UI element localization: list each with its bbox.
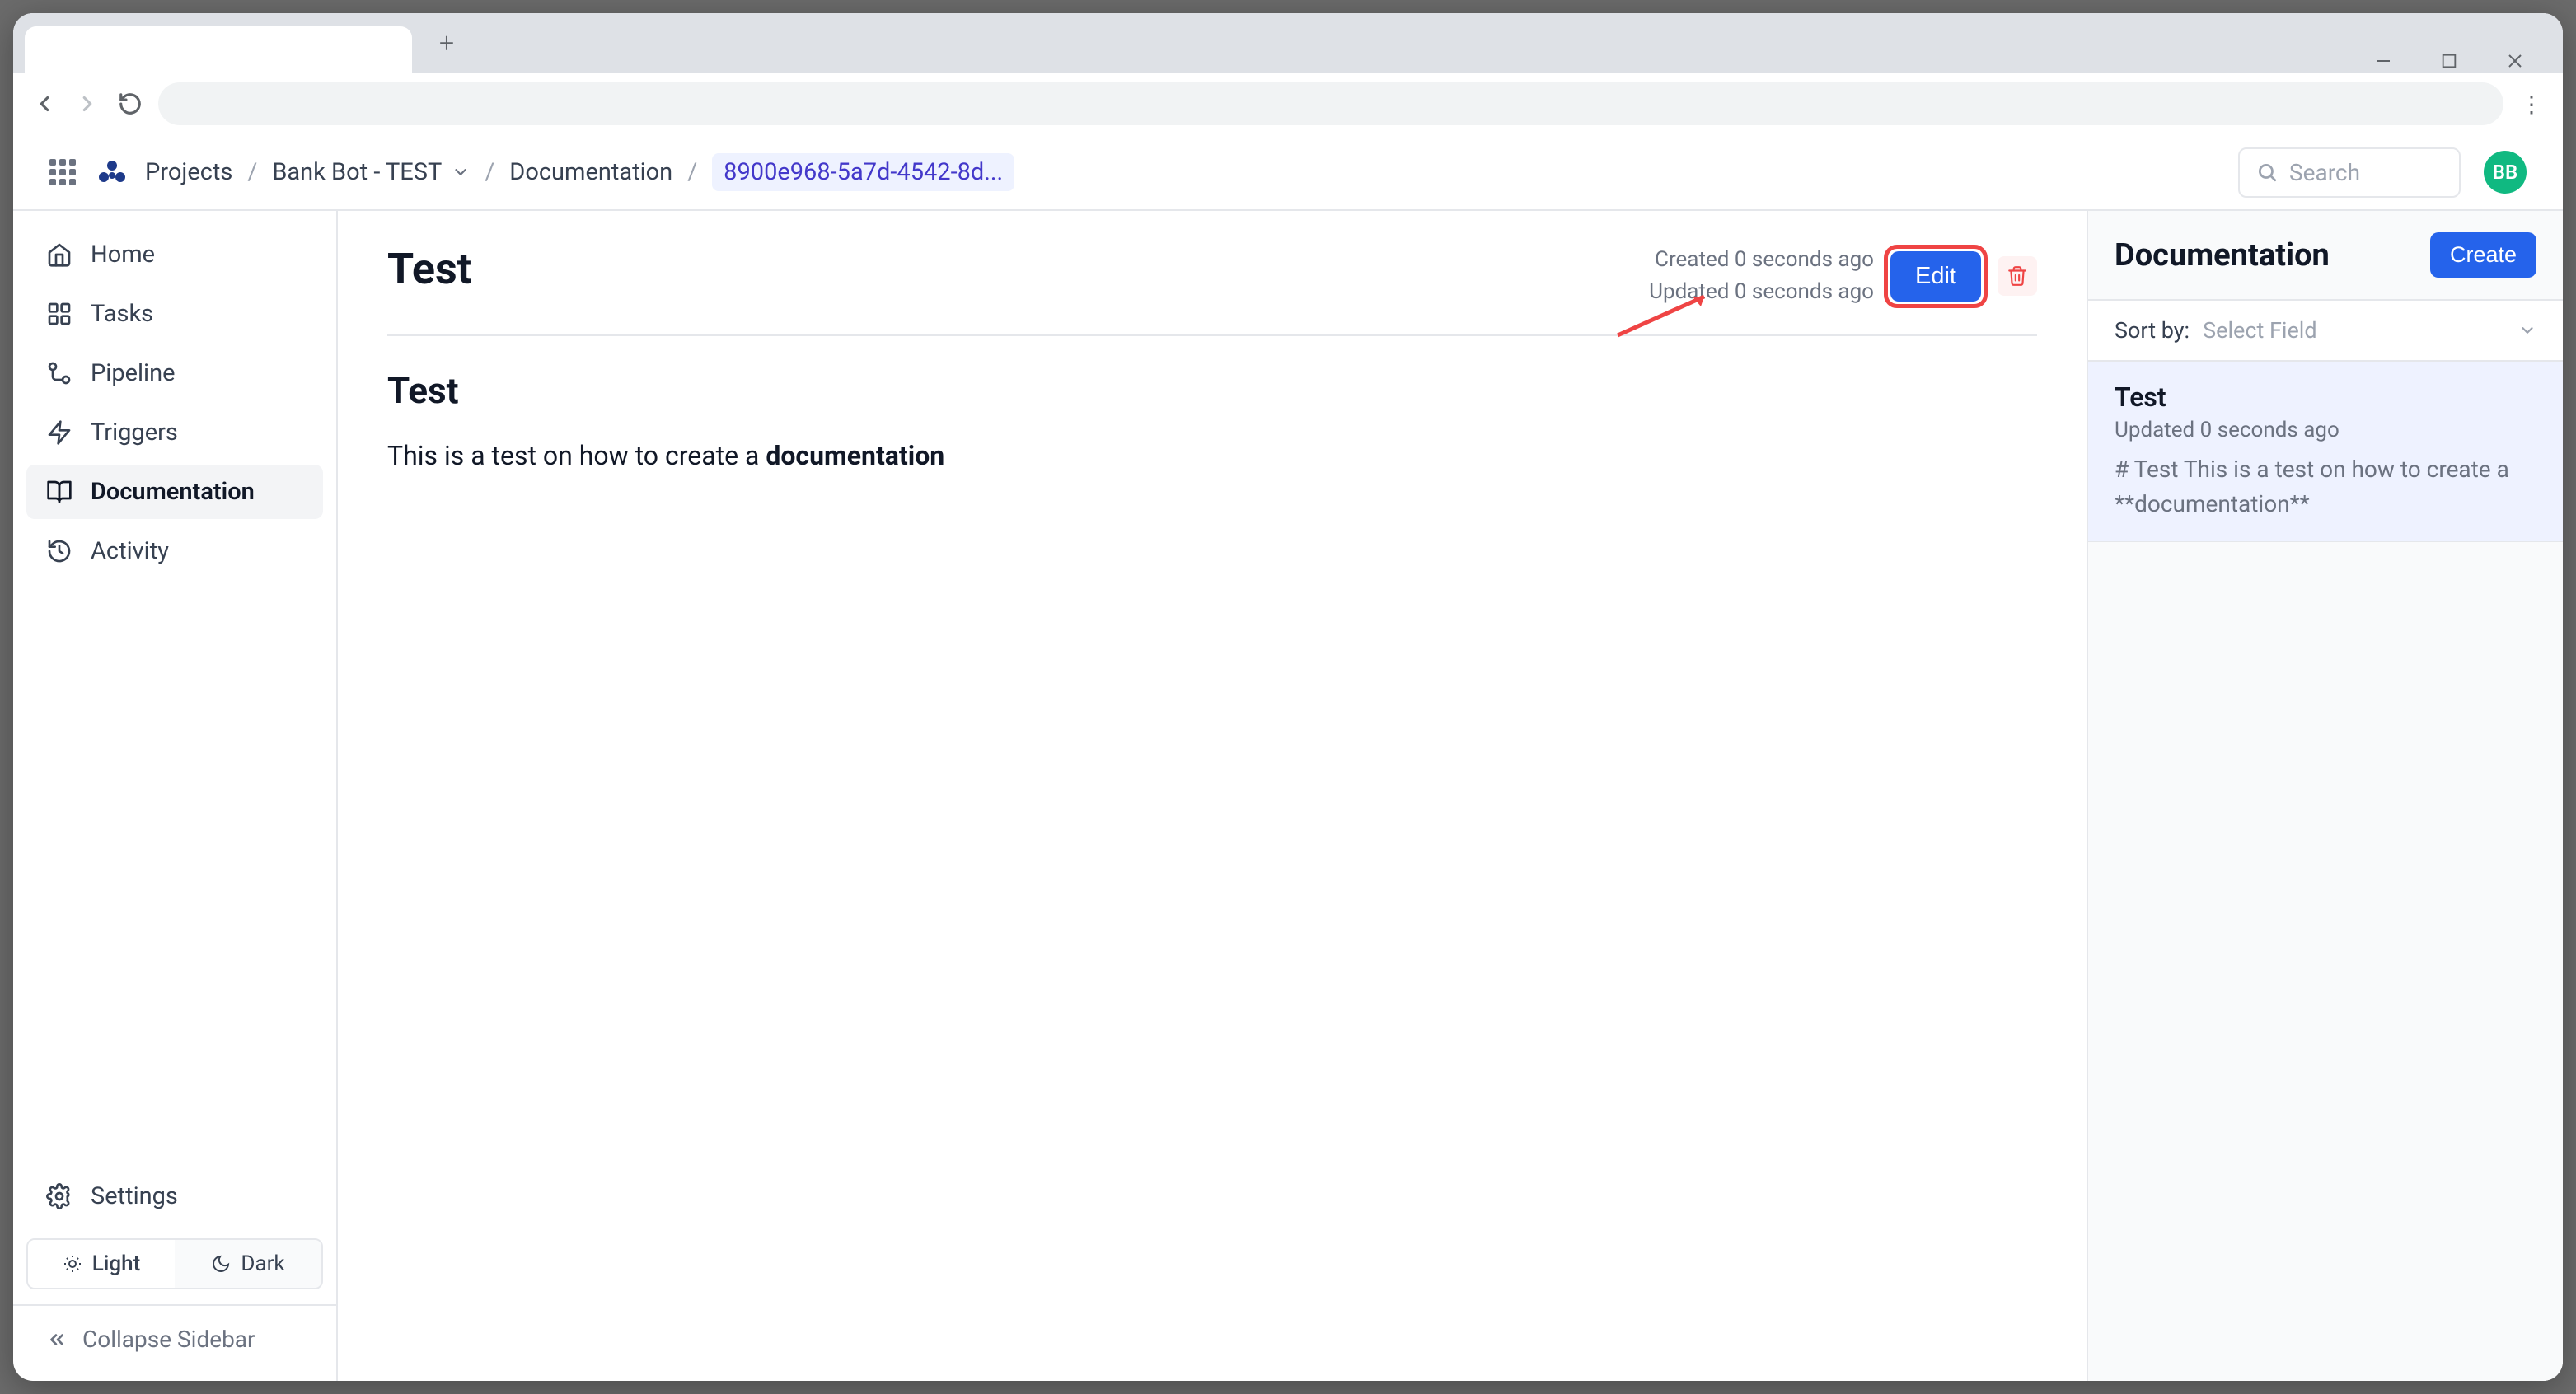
tasks-icon	[46, 301, 73, 327]
sidebar-item-documentation[interactable]: Documentation	[26, 465, 323, 519]
browser-tab[interactable]	[25, 26, 412, 73]
sidebar-item-triggers[interactable]: Triggers	[26, 405, 323, 460]
sort-select[interactable]: Select Field	[2203, 312, 2536, 348]
window-controls	[2372, 49, 2546, 73]
document-card-title: Test	[2115, 381, 2536, 413]
gear-icon	[46, 1183, 73, 1209]
settings-label: Settings	[91, 1182, 178, 1210]
document-card-preview: # Test This is a test on how to create a…	[2115, 452, 2536, 522]
chevron-down-icon	[2518, 321, 2536, 339]
address-bar[interactable]	[158, 82, 2503, 125]
breadcrumb-separator: /	[247, 158, 257, 186]
browser-chrome: + ⋮	[13, 13, 2563, 135]
minimize-icon[interactable]	[2372, 49, 2395, 73]
back-icon[interactable]	[30, 89, 59, 119]
theme-light-button[interactable]: Light	[28, 1240, 175, 1288]
collapse-icon	[46, 1329, 68, 1350]
app-logo[interactable]	[96, 157, 125, 187]
sidebar-item-activity[interactable]: Activity	[26, 524, 323, 578]
breadcrumb-current: 8900e968-5a7d-4542-8d...	[712, 153, 1014, 191]
content-area: Test Created 0 seconds ago Updated 0 sec…	[338, 211, 2563, 1381]
sidebar-item-label: Pipeline	[91, 359, 176, 387]
collapse-sidebar-button[interactable]: Collapse Sidebar	[13, 1304, 336, 1364]
apps-grid-icon[interactable]	[49, 159, 76, 185]
search-placeholder: Search	[2289, 159, 2360, 186]
document-body-heading: Test	[387, 369, 2037, 412]
chevron-down-icon	[452, 163, 470, 181]
edit-button-label: Edit	[1915, 263, 1956, 289]
sun-icon	[63, 1254, 82, 1274]
sidebar-item-settings[interactable]: Settings	[26, 1169, 323, 1223]
document-title: Test	[387, 244, 471, 294]
sort-placeholder: Select Field	[2203, 317, 2317, 344]
search-icon	[2256, 161, 2278, 183]
avatar[interactable]: BB	[2484, 151, 2527, 194]
theme-dark-button[interactable]: Dark	[175, 1240, 321, 1288]
breadcrumb-projects[interactable]: Projects	[145, 158, 232, 186]
breadcrumb-separator: /	[485, 158, 494, 186]
browser-window: + ⋮	[13, 13, 2563, 1381]
sidebar-item-label: Home	[91, 241, 155, 269]
moon-icon	[211, 1254, 231, 1274]
main-layout: Home Tasks Pipeline Triggers Documentati…	[13, 211, 2563, 1381]
right-panel-header: Documentation Create	[2088, 211, 2563, 299]
updated-timestamp: Updated 0 seconds ago	[1649, 276, 1874, 308]
breadcrumb-project[interactable]: Bank Bot - TEST	[272, 158, 470, 186]
sidebar-item-label: Documentation	[91, 478, 255, 506]
right-panel: Documentation Create Sort by: Select Fie…	[2088, 211, 2563, 1381]
edit-button[interactable]: Edit	[1890, 251, 1981, 302]
theme-toggle: Light Dark	[26, 1238, 323, 1289]
search-input[interactable]: Search	[2238, 147, 2461, 198]
sidebar: Home Tasks Pipeline Triggers Documentati…	[13, 211, 338, 1381]
pipeline-icon	[46, 360, 73, 386]
sidebar-item-label: Triggers	[91, 419, 178, 447]
trash-icon	[2007, 265, 2028, 287]
reload-icon[interactable]	[115, 89, 145, 119]
triggers-icon	[46, 419, 73, 446]
breadcrumb: Projects / Bank Bot - TEST / Documentati…	[145, 153, 1014, 191]
maximize-icon[interactable]	[2438, 49, 2461, 73]
document-main: Test Created 0 seconds ago Updated 0 sec…	[338, 211, 2088, 1381]
create-button[interactable]: Create	[2430, 232, 2536, 278]
sidebar-item-label: Activity	[91, 537, 169, 565]
document-body: Test This is a test on how to create a d…	[387, 369, 2037, 477]
document-body-text: This is a test on how to create a docume…	[387, 435, 2037, 477]
theme-light-label: Light	[92, 1251, 141, 1276]
document-card[interactable]: Test Updated 0 seconds ago # Test This i…	[2088, 362, 2563, 542]
document-header: Test Created 0 seconds ago Updated 0 sec…	[387, 244, 2037, 336]
new-tab-button[interactable]: +	[432, 28, 461, 58]
breadcrumb-separator: /	[687, 158, 697, 186]
sidebar-item-pipeline[interactable]: Pipeline	[26, 346, 323, 400]
breadcrumb-section[interactable]: Documentation	[509, 158, 672, 186]
browser-toolbar: ⋮	[13, 73, 2563, 135]
breadcrumb-project-label: Bank Bot - TEST	[272, 158, 442, 186]
collapse-label: Collapse Sidebar	[82, 1326, 255, 1353]
sidebar-nav: Home Tasks Pipeline Triggers Documentati…	[26, 227, 323, 578]
browser-menu-icon[interactable]: ⋮	[2517, 91, 2546, 118]
documentation-icon	[46, 479, 73, 505]
created-timestamp: Created 0 seconds ago	[1649, 244, 1874, 276]
sort-row: Sort by: Select Field	[2088, 299, 2563, 362]
forward-icon[interactable]	[73, 89, 102, 119]
document-timestamps: Created 0 seconds ago Updated 0 seconds …	[1649, 244, 1874, 308]
sidebar-item-tasks[interactable]: Tasks	[26, 287, 323, 341]
app-header: Projects / Bank Bot - TEST / Documentati…	[13, 135, 2563, 211]
right-panel-title: Documentation	[2115, 237, 2330, 274]
delete-button[interactable]	[1998, 256, 2037, 296]
sidebar-item-home[interactable]: Home	[26, 227, 323, 282]
browser-tab-bar: +	[13, 13, 2563, 73]
close-icon[interactable]	[2503, 49, 2527, 73]
document-list: Test Updated 0 seconds ago # Test This i…	[2088, 362, 2563, 542]
home-icon	[46, 241, 73, 268]
theme-dark-label: Dark	[241, 1251, 284, 1276]
document-card-updated: Updated 0 seconds ago	[2115, 418, 2536, 442]
sort-label: Sort by:	[2115, 317, 2190, 344]
sidebar-item-label: Tasks	[91, 300, 153, 328]
activity-icon	[46, 538, 73, 564]
